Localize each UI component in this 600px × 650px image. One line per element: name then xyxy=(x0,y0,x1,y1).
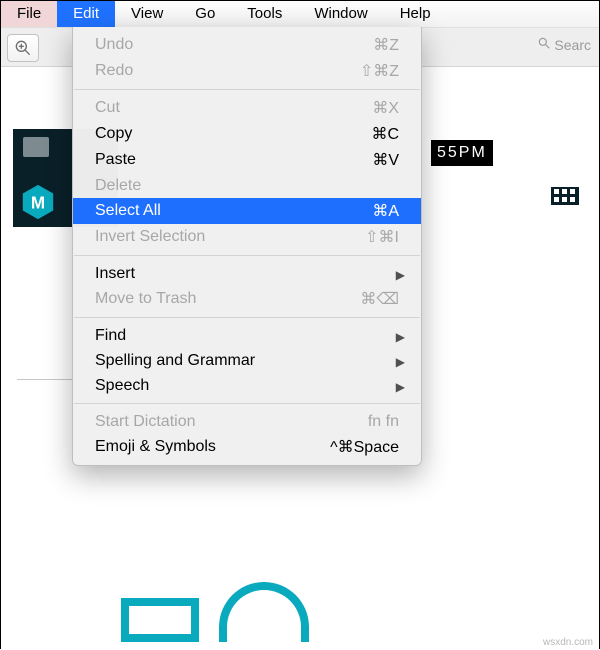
menu-item-delete: Delete xyxy=(73,173,421,198)
menubar-item-view[interactable]: View xyxy=(115,1,179,27)
hex-badge-icon: M xyxy=(19,183,57,221)
menu-item-cut: Cut ⌘X xyxy=(73,95,421,121)
submenu-arrow-icon: ▶ xyxy=(396,355,405,369)
grid-dots-icon[interactable] xyxy=(551,187,579,205)
menubar-item-help[interactable]: Help xyxy=(384,1,447,27)
submenu-arrow-icon: ▶ xyxy=(396,268,405,282)
menubar-item-edit[interactable]: Edit xyxy=(57,1,115,27)
menu-item-spelling-grammar[interactable]: Spelling and Grammar ▶ xyxy=(73,348,421,373)
menu-item-emoji-symbols[interactable]: Emoji & Symbols ^⌘Space xyxy=(73,434,421,460)
menu-separator xyxy=(74,317,420,318)
menubar-item-file[interactable]: File xyxy=(1,1,57,27)
menu-item-move-to-trash: Move to Trash ⌘⌫ xyxy=(73,286,421,312)
menu-item-start-dictation: Start Dictation fn fn xyxy=(73,409,421,434)
menu-separator xyxy=(74,403,420,404)
svg-text:M: M xyxy=(31,194,45,213)
search-icon xyxy=(537,36,551,53)
menu-item-undo: Undo ⌘Z xyxy=(73,32,421,58)
zoom-in-button[interactable] xyxy=(7,34,39,62)
menubar-item-window[interactable]: Window xyxy=(298,1,383,27)
menu-separator xyxy=(74,255,420,256)
edit-menu: Undo ⌘Z Redo ⇧⌘Z Cut ⌘X Copy ⌘C Paste ⌘V… xyxy=(72,27,422,466)
watermark: wsxdn.com xyxy=(543,637,593,648)
preview-bottom-shapes xyxy=(121,582,309,642)
search-placeholder: Searc xyxy=(554,37,591,53)
menu-item-find[interactable]: Find ▶ xyxy=(73,323,421,348)
menu-separator xyxy=(74,89,420,90)
menu-item-redo: Redo ⇧⌘Z xyxy=(73,58,421,84)
zoom-in-icon xyxy=(13,38,33,58)
menu-item-paste[interactable]: Paste ⌘V xyxy=(73,147,421,173)
image-icon xyxy=(23,137,49,157)
menu-item-select-all[interactable]: Select All ⌘A xyxy=(73,198,421,224)
menu-item-invert-selection: Invert Selection ⇧⌘I xyxy=(73,224,421,250)
bar-shape-icon xyxy=(121,598,199,642)
status-time: 55PM xyxy=(431,140,493,166)
menu-item-speech[interactable]: Speech ▶ xyxy=(73,373,421,398)
submenu-arrow-icon: ▶ xyxy=(396,330,405,344)
menubar-item-tools[interactable]: Tools xyxy=(231,1,298,27)
submenu-arrow-icon: ▶ xyxy=(396,380,405,394)
menubar-item-go[interactable]: Go xyxy=(179,1,231,27)
menubar: File Edit View Go Tools Window Help xyxy=(1,1,599,27)
search-field[interactable]: Searc xyxy=(537,36,591,53)
menu-item-copy[interactable]: Copy ⌘C xyxy=(73,121,421,147)
menu-item-insert[interactable]: Insert ▶ xyxy=(73,261,421,286)
arc-shape-icon xyxy=(219,582,309,642)
